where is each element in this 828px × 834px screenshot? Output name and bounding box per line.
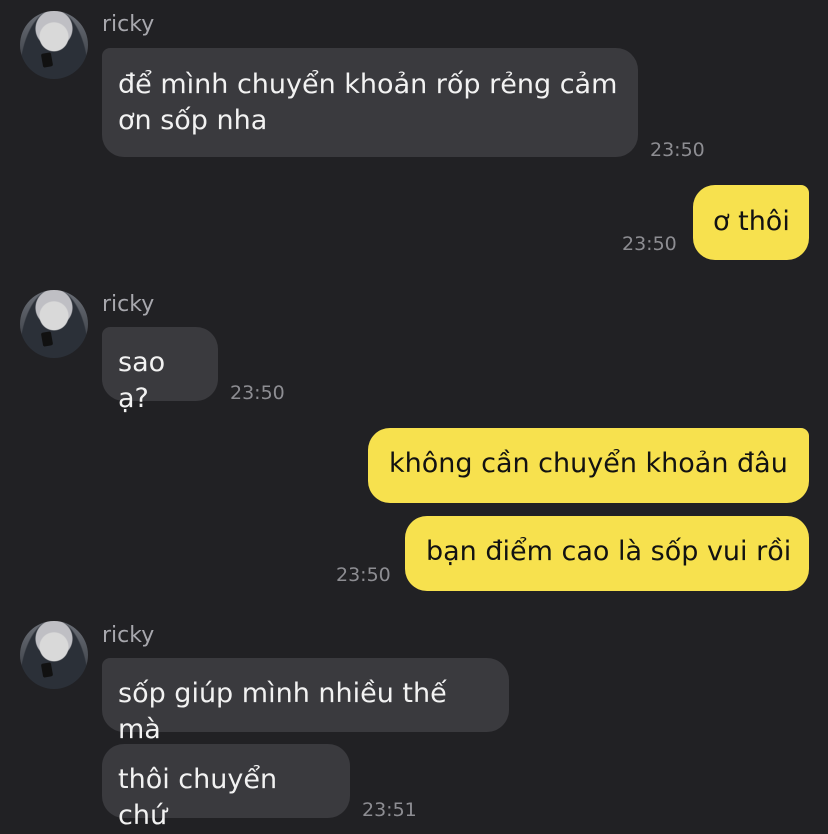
message-bubble-incoming[interactable]: sốp giúp mình nhiều thế mà (102, 658, 509, 745)
sender-name: ricky (102, 623, 155, 648)
avatar-ricky[interactable] (20, 621, 88, 689)
message-bubble-outgoing[interactable]: ơ thôi (693, 185, 809, 260)
message-bubble-outgoing[interactable]: không cần chuyển khoản đâu (368, 428, 809, 503)
avatar-phone-detail (40, 52, 54, 68)
avatar-ricky[interactable] (20, 11, 88, 79)
avatar-phone-detail (40, 331, 54, 347)
avatar-phone-detail (40, 662, 54, 678)
message-bubble-incoming[interactable]: để mình chuyển khoản rốp rẻng cảm ơn sốp… (102, 48, 638, 157)
avatar-ricky[interactable] (20, 290, 88, 358)
message-time: 23:51 (362, 799, 417, 821)
message-time: 23:50 (622, 233, 677, 255)
message-bubble-outgoing[interactable]: bạn điểm cao là sốp vui rồi (405, 516, 809, 591)
message-bubble-incoming[interactable]: sao ạ? (102, 327, 218, 414)
message-time: 23:50 (650, 139, 705, 161)
message-time: 23:50 (336, 564, 391, 586)
message-bubble-incoming[interactable]: thôi chuyển chứ (102, 744, 350, 831)
sender-name: ricky (102, 12, 155, 37)
message-time: 23:50 (230, 382, 285, 404)
sender-name: ricky (102, 292, 155, 317)
